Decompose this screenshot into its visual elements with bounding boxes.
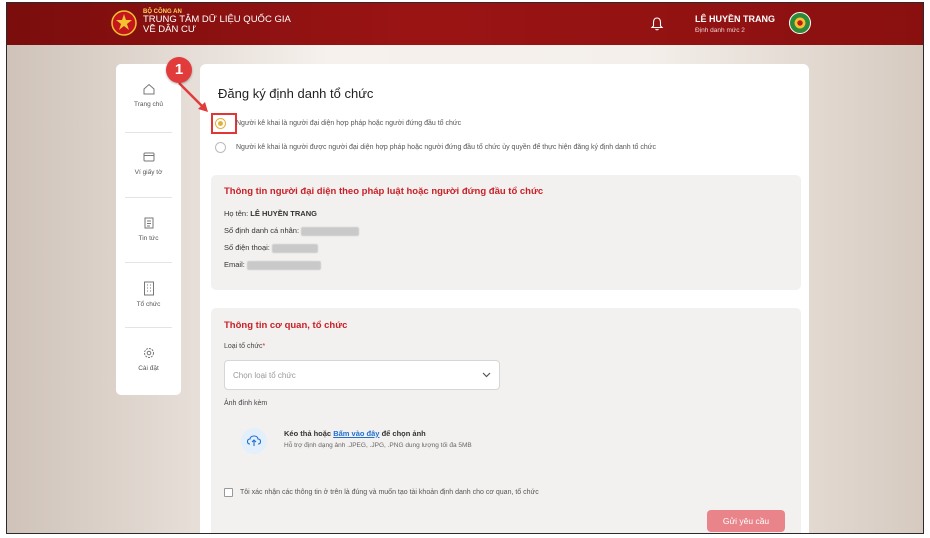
- radio-button[interactable]: [215, 142, 226, 153]
- sidebar-divider: [125, 197, 172, 198]
- top-header: BỘ CÔNG AN TRUNG TÂM DỮ LIỆU QUỐC GIA VỀ…: [7, 3, 923, 45]
- user-name: LÊ HUYỀN TRANG: [695, 14, 776, 24]
- wallet-icon: [143, 152, 154, 162]
- redacted-value: [246, 260, 321, 270]
- confirm-row[interactable]: Tôi xác nhận các thông tin ở trên là đún…: [224, 488, 539, 497]
- sidebar-item-label: Trang chủ: [133, 101, 164, 108]
- rep-name: Họ tên: LÊ HUYỀN TRANG: [224, 209, 317, 218]
- upload-prefix: Kéo thả hoặc: [284, 429, 332, 438]
- rep-phone: Số điện thoại:: [224, 243, 318, 253]
- sidebar-divider: [125, 262, 172, 263]
- sidebar-divider: [125, 132, 172, 133]
- sidebar: Trang chủ Ví giấy tờ Tin tức Tổ chức Cài…: [116, 64, 181, 395]
- sidebar-item-home[interactable]: Trang chủ: [116, 82, 181, 148]
- chevron-down-icon: [482, 372, 491, 378]
- home-icon: [143, 83, 154, 95]
- sidebar-item-label: Cài đặt: [138, 365, 159, 372]
- section-title: Thông tin cơ quan, tổ chức: [224, 320, 348, 331]
- brand-title-line2: VỀ DÂN CƯ: [143, 24, 196, 36]
- rep-id: Số định danh cá nhân:: [224, 226, 360, 236]
- building-icon: [143, 281, 154, 296]
- sidebar-item-organization[interactable]: Tổ chức: [116, 280, 181, 346]
- radio-option-authorized[interactable]: Người kê khai là người được người đại di…: [215, 142, 656, 153]
- avatar-icon[interactable]: [789, 12, 811, 34]
- confirm-text: Tôi xác nhận các thông tin ở trên là đún…: [240, 489, 539, 496]
- org-type-label-text: Loại tổ chức: [224, 343, 263, 350]
- page-title: Đăng ký định danh tổ chức: [218, 86, 374, 101]
- confirm-checkbox[interactable]: [224, 488, 233, 497]
- user-info[interactable]: LÊ HUYỀN TRANG Định danh mức 2: [695, 14, 775, 34]
- rep-email: Email:: [224, 260, 321, 270]
- sidebar-item-label: Tin tức: [138, 235, 159, 242]
- step-badge: 1: [166, 57, 192, 83]
- emblem-icon: [111, 10, 137, 36]
- annotation-arrow-icon: [178, 82, 208, 112]
- redacted-value: [271, 243, 318, 253]
- user-level: Định danh mức 2: [695, 27, 745, 34]
- sidebar-divider: [125, 327, 172, 328]
- upload-link[interactable]: Bấm vào đây: [333, 429, 379, 438]
- radio-option-label: Người kê khai là người đại diện hợp pháp…: [236, 120, 462, 127]
- sidebar-item-label: Ví giấy tờ: [134, 169, 163, 176]
- brand[interactable]: BỘ CÔNG AN TRUNG TÂM DỮ LIỆU QUỐC GIA VỀ…: [143, 9, 291, 35]
- upload-hint: Hỗ trợ định dạng ảnh .JPEG, .JPG, .PNG d…: [284, 442, 472, 449]
- upload-suffix: để chọn ảnh: [381, 429, 426, 438]
- registration-card: Đăng ký định danh tổ chức Người kê khai …: [200, 64, 809, 533]
- rep-name-value: LÊ HUYỀN TRANG: [250, 209, 317, 218]
- sidebar-item-label: Tổ chức: [136, 301, 161, 308]
- submit-button[interactable]: Gửi yêu cầu: [707, 510, 785, 532]
- app-window: BỘ CÔNG AN TRUNG TÂM DỮ LIỆU QUỐC GIA VỀ…: [6, 2, 924, 534]
- radio-option-label: Người kê khai là người được người đại di…: [236, 144, 656, 151]
- section-title: Thông tin người đại diện theo pháp luật …: [224, 186, 544, 197]
- sidebar-item-news[interactable]: Tin tức: [116, 216, 181, 282]
- rep-id-label: Số định danh cá nhân:: [224, 226, 300, 235]
- news-icon: [144, 217, 153, 229]
- sidebar-item-settings[interactable]: Cài đặt: [116, 346, 181, 412]
- radio-option-representative[interactable]: Người kê khai là người đại diện hợp pháp…: [215, 118, 461, 129]
- rep-phone-label: Số điện thoại:: [224, 243, 270, 252]
- attachment-label: Ảnh đính kèm: [224, 400, 268, 407]
- bell-icon[interactable]: [649, 16, 665, 32]
- rep-email-label: Email:: [224, 260, 245, 269]
- gear-icon: [143, 348, 154, 358]
- upload-instruction: Kéo thả hoặc Bấm vào đây để chọn ảnh: [284, 429, 426, 438]
- representative-section: Thông tin người đại diện theo pháp luật …: [211, 175, 801, 290]
- required-mark: *: [262, 343, 266, 350]
- radio-button-selected[interactable]: [215, 118, 226, 129]
- rep-name-label: Họ tên:: [224, 209, 249, 218]
- org-type-select[interactable]: Chọn loại tổ chức: [224, 360, 500, 390]
- organization-section: Thông tin cơ quan, tổ chức Loại tổ chức*…: [211, 308, 801, 533]
- org-type-label: Loại tổ chức*: [224, 343, 265, 350]
- sidebar-item-wallet[interactable]: Ví giấy tờ: [116, 150, 181, 216]
- org-type-placeholder: Chọn loại tổ chức: [233, 371, 296, 380]
- redacted-value: [301, 226, 360, 236]
- upload-icon[interactable]: [241, 428, 267, 454]
